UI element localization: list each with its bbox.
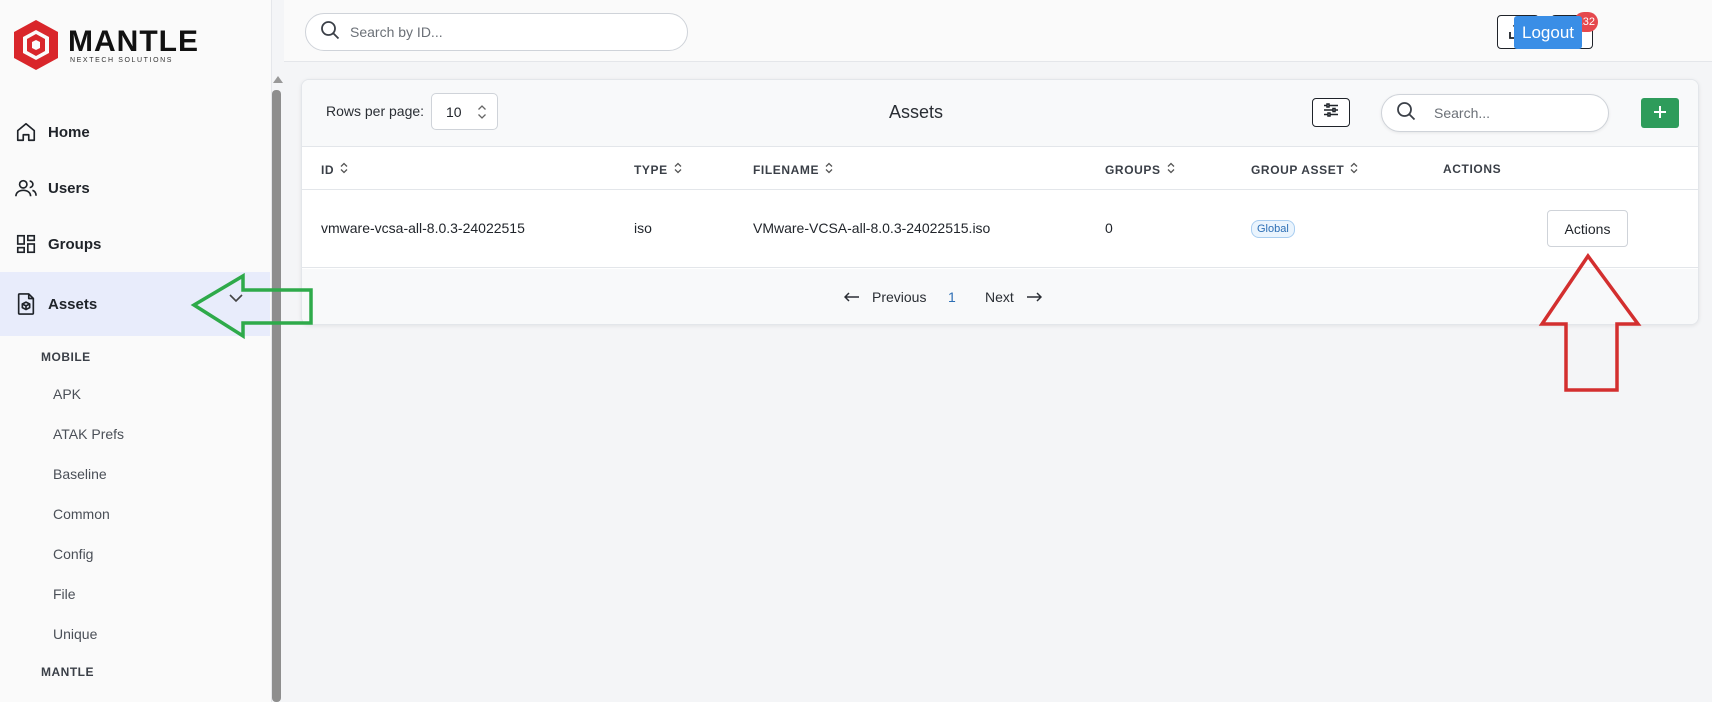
mantle-logo-icon	[14, 20, 58, 70]
sliders-icon	[1323, 103, 1339, 122]
sort-icon	[1167, 162, 1175, 177]
column-header-id[interactable]: ID	[321, 162, 348, 177]
sidebar-subitem-unique[interactable]: Unique	[53, 626, 97, 642]
sidebar-subitem-apk[interactable]: APK	[53, 386, 81, 402]
pagination: Previous 1 Next	[302, 269, 1698, 324]
cell-filename: VMware-VCSA-all-8.0.3-24022515.iso	[753, 220, 991, 236]
arrow-left-icon	[843, 289, 860, 305]
sidebar: MANTLE NEXTECH SOLUTIONS Home Users Grou…	[0, 0, 272, 702]
table-search-input[interactable]	[1434, 105, 1594, 121]
sidebar-item-label: Home	[48, 123, 90, 141]
assets-card: Rows per page: 10 Assets ID TYPE	[301, 79, 1699, 325]
previous-page-button[interactable]: Previous	[843, 289, 926, 305]
scroll-up-arrow[interactable]	[273, 76, 283, 83]
search-icon	[320, 20, 340, 45]
column-header-group-asset[interactable]: GROUP ASSET	[1251, 162, 1358, 177]
search-icon	[1396, 101, 1416, 126]
plus-icon	[1652, 104, 1668, 123]
column-header-groups[interactable]: GROUPS	[1105, 162, 1175, 177]
sidebar-item-home[interactable]: Home	[0, 104, 270, 160]
column-header-type[interactable]: TYPE	[634, 162, 682, 177]
table-header: ID TYPE FILENAME GROUPS GROUP ASSET ACTI…	[302, 148, 1698, 190]
page-number-1[interactable]: 1	[948, 289, 956, 305]
sidebar-subitem-baseline[interactable]: Baseline	[53, 466, 107, 482]
column-header-actions: ACTIONS	[1443, 162, 1502, 176]
cell-id: vmware-vcsa-all-8.0.3-24022515	[321, 220, 525, 236]
sidebar-item-label: Assets	[48, 295, 98, 313]
logout-button[interactable]: Logout	[1514, 16, 1582, 49]
actions-button[interactable]: Actions	[1547, 210, 1628, 247]
sort-icon	[674, 162, 682, 177]
top-bar: 132 Logout	[284, 0, 1712, 62]
top-search[interactable]	[305, 13, 688, 51]
search-input[interactable]	[350, 24, 650, 40]
sidebar-item-label: Users	[48, 179, 90, 197]
column-header-filename[interactable]: FILENAME	[753, 162, 833, 177]
brand-name: MANTLE	[68, 24, 199, 58]
sidebar-section-heading: MOBILE	[41, 350, 91, 364]
cell-type: iso	[634, 220, 652, 236]
home-icon	[14, 120, 38, 144]
brand-logo[interactable]: MANTLE NEXTECH SOLUTIONS	[12, 18, 199, 72]
users-icon	[14, 176, 38, 200]
arrow-right-icon	[1026, 289, 1042, 305]
sidebar-item-assets[interactable]: Assets	[0, 272, 270, 336]
sort-icon	[340, 162, 348, 177]
sidebar-item-users[interactable]: Users	[0, 160, 270, 216]
sidebar-subitem-file[interactable]: File	[53, 586, 76, 602]
sort-icon	[1350, 162, 1358, 177]
brand-tagline: NEXTECH SOLUTIONS	[70, 56, 174, 64]
next-page-button[interactable]: Next	[985, 289, 1042, 305]
sort-icon	[825, 162, 833, 177]
asset-file-icon	[14, 292, 38, 316]
sidebar-subitem-config[interactable]: Config	[53, 546, 93, 562]
cell-groups: 0	[1105, 220, 1113, 236]
chevron-down-icon[interactable]	[228, 290, 244, 311]
add-asset-button[interactable]	[1641, 98, 1679, 128]
card-toolbar: Rows per page: 10 Assets	[302, 80, 1698, 147]
table-search[interactable]	[1381, 94, 1609, 132]
grid-icon	[14, 232, 38, 256]
sidebar-item-label: Groups	[48, 235, 102, 253]
sidebar-item-groups[interactable]: Groups	[0, 216, 270, 272]
sidebar-section-heading: MANTLE	[41, 665, 94, 679]
sidebar-subitem-common[interactable]: Common	[53, 506, 110, 522]
sidebar-subitem-atak-prefs[interactable]: ATAK Prefs	[53, 426, 124, 442]
sidebar-scrollbar[interactable]	[272, 90, 281, 702]
status-badge: Global	[1251, 220, 1295, 238]
table-row: vmware-vcsa-all-8.0.3-24022515 iso VMwar…	[302, 190, 1698, 268]
column-settings-button[interactable]	[1312, 98, 1350, 127]
